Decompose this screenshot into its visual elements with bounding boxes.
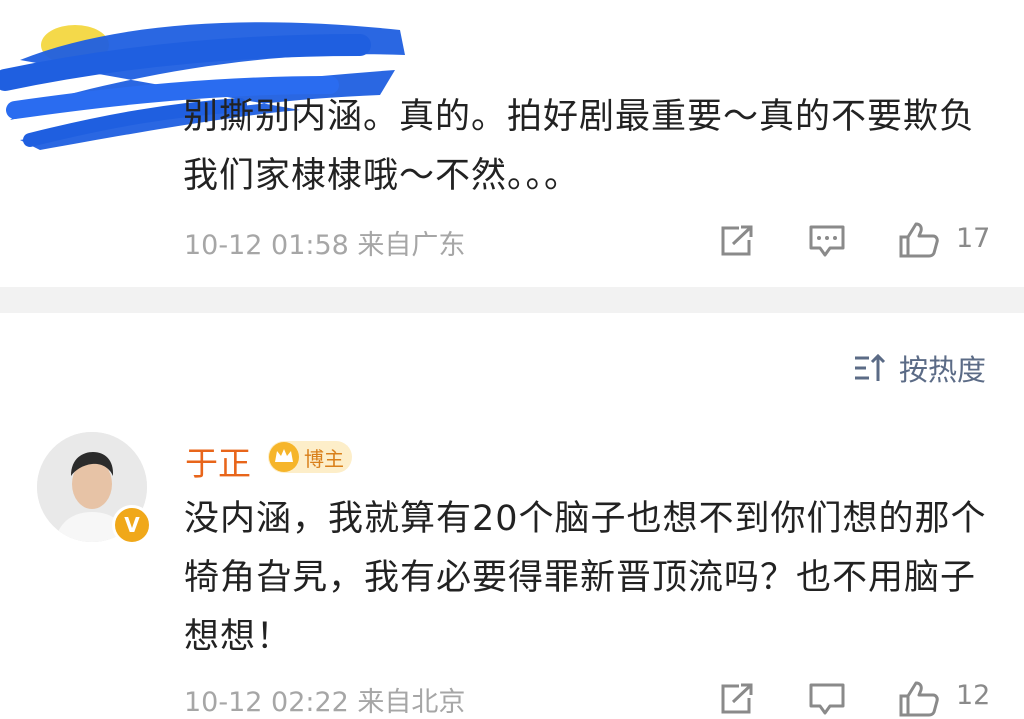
sort-by-heat-button[interactable]: 按热度 xyxy=(853,348,986,388)
blogger-badge: 博主 xyxy=(268,441,352,473)
like-icon[interactable] xyxy=(898,221,940,259)
sort-icon xyxy=(854,353,886,381)
crown-icon xyxy=(269,442,299,472)
username[interactable]: 于正 xyxy=(185,437,251,485)
comment-text: 没内涵，我就算有20个脑子也想不到你们想的那个犄角旮旯，我有必要得罪新晋顶流吗？… xyxy=(184,499,987,657)
like-count: 12 xyxy=(956,680,991,711)
comment-icon[interactable] xyxy=(808,224,846,258)
share-icon[interactable] xyxy=(719,224,755,258)
verified-icon: V xyxy=(112,505,152,545)
like-icon[interactable] xyxy=(898,680,940,718)
comment-icon[interactable] xyxy=(808,682,846,716)
comment-timestamp: 10-12 01:58 来自广东 xyxy=(184,230,466,261)
comment-text: 别撕别内涵。真的。拍好剧最重要～真的不要欺负我们家棣棣哦～不然。。。 xyxy=(183,97,976,196)
section-divider xyxy=(0,287,1024,313)
like-count: 17 xyxy=(956,223,991,254)
share-icon[interactable] xyxy=(719,682,755,716)
sort-label: 按热度 xyxy=(898,353,986,387)
blogger-label: 博主 xyxy=(304,446,344,471)
